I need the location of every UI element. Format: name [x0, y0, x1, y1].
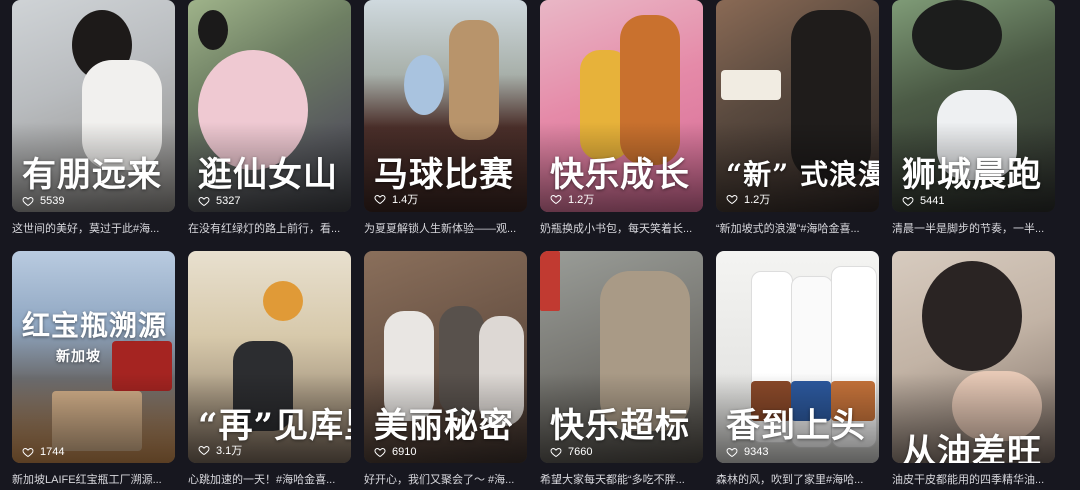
- video-title-overlay: 有朋远来: [22, 155, 162, 195]
- video-title-overlay: “新” 式浪漫: [726, 158, 879, 191]
- video-caption[interactable]: 心跳加速的一天！#海哈金喜...: [188, 471, 351, 487]
- heart-icon: [902, 196, 914, 207]
- video-title-overlay: “再”见库里: [198, 406, 351, 446]
- video-caption[interactable]: 这世间的美好，莫过于此#海...: [12, 220, 175, 236]
- video-caption[interactable]: 奶瓶换成小书包，每天笑着长...: [540, 220, 703, 236]
- video-card[interactable]: “再”见库里 3.1万 心跳加速的一天！#海哈金喜...: [188, 251, 351, 487]
- heart-icon: [374, 447, 386, 458]
- video-thumbnail[interactable]: “再”见库里 3.1万: [188, 251, 351, 463]
- video-card[interactable]: 从油差旺 油皮干皮都能用的四季精华油...: [892, 251, 1055, 487]
- video-title-overlay: 马球比赛: [374, 155, 514, 195]
- video-card[interactable]: 逛仙女山 5327 在没有红绿灯的路上前行，看...: [188, 0, 351, 236]
- like-count: 9343: [726, 446, 768, 458]
- like-count-value: 1.2万: [744, 194, 771, 206]
- like-count-value: 3.1万: [216, 445, 243, 457]
- like-count-value: 1.2万: [568, 194, 595, 206]
- like-count: 6910: [374, 446, 416, 458]
- like-count-value: 9343: [744, 446, 769, 458]
- like-count-value: 5441: [920, 195, 945, 207]
- video-grid: 有朋远来 5539 这世间的美好，莫过于此#海... 逛仙女山 5327 在没有…: [0, 0, 1080, 490]
- video-title-overlay: 快乐超标: [550, 406, 690, 446]
- video-thumbnail[interactable]: 美丽秘密 6910: [364, 251, 527, 463]
- like-count: 7660: [550, 446, 592, 458]
- like-count-value: 1744: [40, 446, 65, 458]
- video-caption[interactable]: 森林的风，吹到了家里#海哈...: [716, 471, 879, 487]
- video-card[interactable]: 有朋远来 5539 这世间的美好，莫过于此#海...: [12, 0, 175, 236]
- video-card[interactable]: 香到上头 9343 森林的风，吹到了家里#海哈...: [716, 251, 879, 487]
- video-title-overlay: 快乐成长: [550, 155, 690, 195]
- video-thumbnail[interactable]: 马球比赛 1.4万: [364, 0, 527, 212]
- video-thumbnail[interactable]: 快乐超标 7660: [540, 251, 703, 463]
- video-caption[interactable]: 好开心，我们又聚会了～ #海...: [364, 471, 527, 487]
- like-count: 3.1万: [198, 442, 242, 458]
- heart-icon: [22, 447, 34, 458]
- video-title-overlay: 美丽秘密: [374, 406, 514, 446]
- video-thumbnail[interactable]: 快乐成长 1.2万: [540, 0, 703, 212]
- like-count: 1.2万: [550, 191, 594, 207]
- video-card[interactable]: 红宝瓶溯源 新加坡 1744 新加坡LAIFE红宝瓶工厂溯源...: [12, 251, 175, 487]
- like-count: 5327: [198, 195, 240, 207]
- video-card[interactable]: 快乐超标 7660 希望大家每天都能“多吃不胖...: [540, 251, 703, 487]
- video-card[interactable]: 马球比赛 1.4万 为夏夏解锁人生新体验——观...: [364, 0, 527, 236]
- heart-icon: [726, 447, 738, 458]
- video-caption[interactable]: “新加坡式的浪漫”#海哈金喜...: [716, 220, 879, 236]
- video-title-overlay: 红宝瓶溯源: [22, 309, 168, 342]
- video-caption[interactable]: 新加坡LAIFE红宝瓶工厂溯源...: [12, 471, 175, 487]
- video-thumbnail[interactable]: 红宝瓶溯源 新加坡 1744: [12, 251, 175, 463]
- video-thumbnail[interactable]: 有朋远来 5539: [12, 0, 175, 212]
- video-thumbnail[interactable]: 香到上头 9343: [716, 251, 879, 463]
- video-card[interactable]: “新” 式浪漫 1.2万 “新加坡式的浪漫”#海哈金喜...: [716, 0, 879, 236]
- like-count-value: 5539: [40, 195, 65, 207]
- heart-icon: [550, 447, 562, 458]
- video-thumbnail[interactable]: 从油差旺: [892, 251, 1055, 463]
- heart-icon: [726, 194, 738, 205]
- video-title-overlay: 香到上头: [726, 406, 866, 446]
- video-card[interactable]: 美丽秘密 6910 好开心，我们又聚会了～ #海...: [364, 251, 527, 487]
- like-count-value: 5327: [216, 195, 241, 207]
- like-count-value: 7660: [568, 446, 593, 458]
- heart-icon: [550, 194, 562, 205]
- like-count: 5539: [22, 195, 64, 207]
- video-title-overlay: 从油差旺: [902, 432, 1042, 463]
- video-thumbnail[interactable]: 逛仙女山 5327: [188, 0, 351, 212]
- heart-icon: [374, 194, 386, 205]
- video-title-overlay: 逛仙女山: [198, 155, 338, 195]
- video-title-overlay: 狮城晨跑: [902, 155, 1042, 195]
- like-count: 5441: [902, 195, 944, 207]
- video-caption[interactable]: 油皮干皮都能用的四季精华油...: [892, 471, 1055, 487]
- like-count-value: 6910: [392, 446, 417, 458]
- heart-icon: [198, 196, 210, 207]
- like-count: 1.4万: [374, 191, 418, 207]
- video-card[interactable]: 快乐成长 1.2万 奶瓶换成小书包，每天笑着长...: [540, 0, 703, 236]
- video-caption[interactable]: 在没有红绿灯的路上前行，看...: [188, 220, 351, 236]
- video-caption[interactable]: 为夏夏解锁人生新体验——观...: [364, 220, 527, 236]
- video-caption[interactable]: 清晨一半是脚步的节奏，一半...: [892, 220, 1055, 236]
- heart-icon: [198, 445, 210, 456]
- video-caption[interactable]: 希望大家每天都能“多吃不胖...: [540, 471, 703, 487]
- video-thumbnail[interactable]: 狮城晨跑 5441: [892, 0, 1055, 212]
- like-count-value: 1.4万: [392, 194, 419, 206]
- like-count: 1744: [22, 446, 64, 458]
- heart-icon: [22, 196, 34, 207]
- video-thumbnail[interactable]: “新” 式浪漫 1.2万: [716, 0, 879, 212]
- like-count: 1.2万: [726, 191, 770, 207]
- video-card[interactable]: 狮城晨跑 5441 清晨一半是脚步的节奏，一半...: [892, 0, 1055, 236]
- video-subtitle-overlay: 新加坡: [56, 349, 101, 365]
